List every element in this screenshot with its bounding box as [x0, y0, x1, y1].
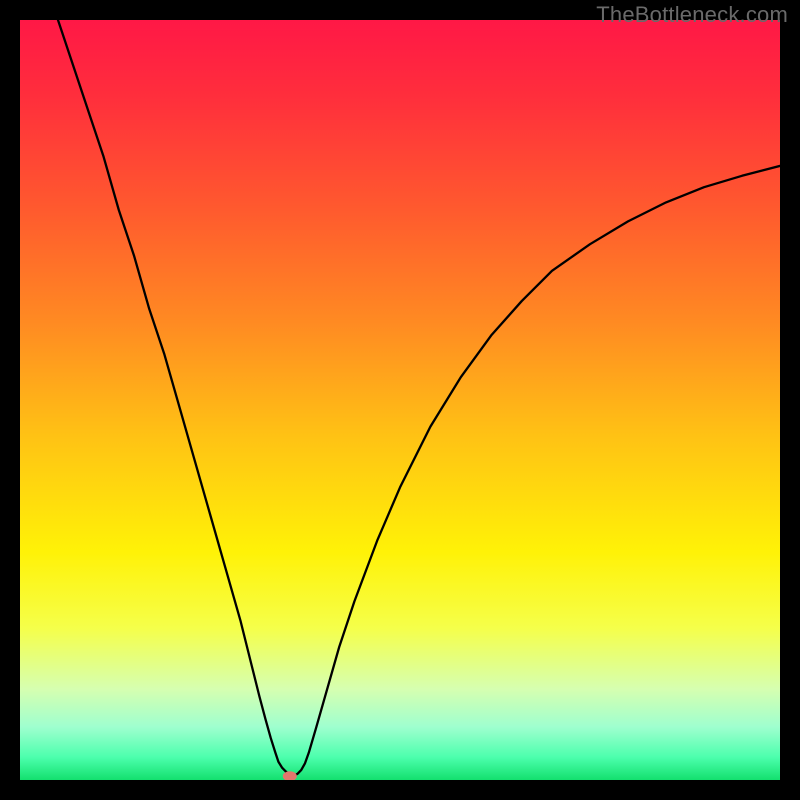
gradient-background: [20, 20, 780, 780]
bottleneck-chart: [20, 20, 780, 780]
watermark-text: TheBottleneck.com: [596, 2, 788, 28]
chart-frame: TheBottleneck.com: [0, 0, 800, 800]
plot-area: [20, 20, 780, 780]
